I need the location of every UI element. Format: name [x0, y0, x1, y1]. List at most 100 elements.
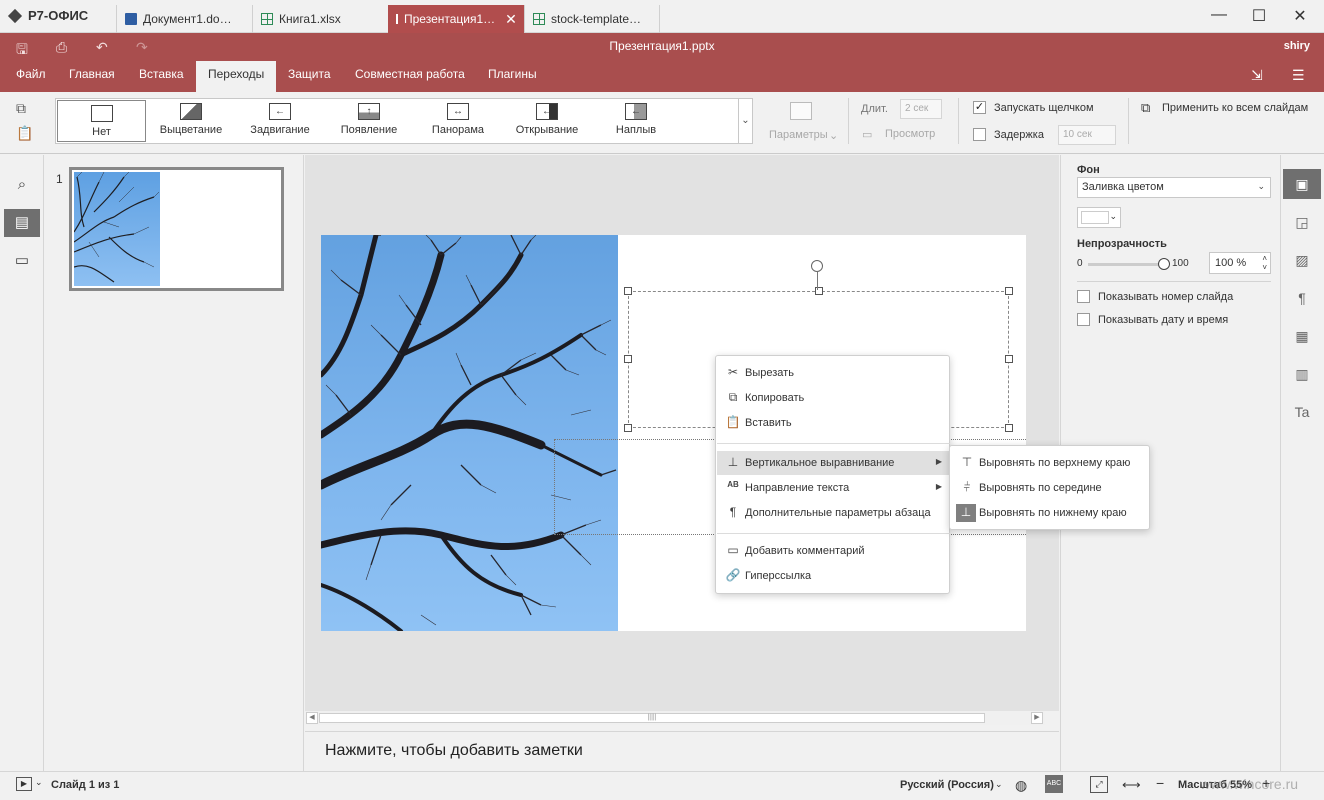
- menu-insert[interactable]: Вставка: [127, 61, 196, 92]
- menu-item-text-direction[interactable]: AB Направление текста ▶: [717, 476, 950, 500]
- opacity-slider-handle[interactable]: [1158, 258, 1170, 270]
- slide-settings-icon[interactable]: ▣: [1283, 169, 1321, 199]
- menu-plugins[interactable]: Плагины: [476, 61, 549, 92]
- menu-item-vertical-align[interactable]: ⊥ Вертикальное выравнивание ▶: [717, 451, 950, 475]
- paste-icon[interactable]: 📋: [16, 125, 33, 142]
- color-picker[interactable]: ⌄: [1077, 207, 1121, 228]
- menu-item-align-bottom[interactable]: ⊥ Выровнять по нижнему краю: [951, 501, 1150, 525]
- scroll-left-icon[interactable]: ◀: [306, 712, 318, 724]
- preview-button[interactable]: Просмотр: [885, 128, 935, 140]
- menu-file[interactable]: Файл: [4, 61, 58, 92]
- shape-settings-icon[interactable]: ◲: [1283, 207, 1321, 237]
- start-on-click-checkbox[interactable]: ✓: [973, 101, 986, 114]
- push-icon: ←: [269, 103, 291, 120]
- scroll-right-icon[interactable]: ▶: [1031, 712, 1043, 724]
- transition-uncover[interactable]: ← Открывание: [502, 99, 592, 143]
- close-window-icon[interactable]: ✕: [1285, 6, 1315, 26]
- play-slideshow-icon[interactable]: ▶: [16, 777, 32, 791]
- menu-item-copy[interactable]: ⧉ Копировать: [717, 386, 950, 410]
- language-selector[interactable]: Русский (Россия): [900, 779, 994, 791]
- menu-item-cut[interactable]: ✂ Вырезать: [717, 361, 950, 385]
- opacity-slider[interactable]: [1088, 263, 1164, 266]
- paragraph-settings-icon[interactable]: ¶: [1283, 283, 1321, 313]
- resize-handle[interactable]: [624, 287, 632, 295]
- preview-icon[interactable]: ▭: [862, 128, 872, 141]
- paste-icon: 📋: [725, 415, 741, 429]
- hamburger-menu-icon[interactable]: ☰: [1292, 67, 1305, 84]
- table-settings-icon[interactable]: ▦: [1283, 321, 1321, 351]
- transition-push[interactable]: ← Задвигание: [235, 99, 325, 143]
- search-icon[interactable]: ⌕: [4, 171, 40, 199]
- transition-none[interactable]: Нет: [57, 100, 146, 142]
- parameters-button[interactable]: Параметры: [769, 129, 828, 141]
- notes-area[interactable]: Нажмите, чтобы добавить заметки: [305, 731, 1059, 771]
- wipe-icon: ↑: [358, 103, 380, 120]
- menu-item-align-middle[interactable]: ⫩ Выровнять по середине: [951, 476, 1150, 500]
- transition-split[interactable]: ↔ Панорама: [413, 99, 503, 143]
- tab-workbook[interactable]: Книга1.xlsx: [252, 5, 388, 33]
- opacity-input[interactable]: 100 % ˄ ˅: [1209, 252, 1271, 274]
- tab-stock-template[interactable]: stock-template…: [524, 5, 660, 33]
- slides-icon[interactable]: ▤: [4, 209, 40, 237]
- maximize-icon[interactable]: ☐: [1244, 6, 1274, 26]
- parameters-icon[interactable]: [790, 102, 812, 120]
- slide-photo[interactable]: [321, 235, 618, 631]
- comments-icon[interactable]: ▭: [4, 247, 40, 275]
- menu-item-add-comment[interactable]: ▭ Добавить комментарий: [717, 539, 950, 563]
- fit-width-icon[interactable]: ⟷: [1122, 777, 1141, 793]
- menu-separator: [717, 533, 950, 534]
- transition-cover[interactable]: ← Наплыв: [591, 99, 681, 143]
- duration-input[interactable]: 2 сек: [900, 99, 942, 119]
- fit-slide-icon[interactable]: ⤢: [1090, 776, 1108, 793]
- open-location-icon[interactable]: ⇲: [1251, 67, 1263, 84]
- copy-style-icon[interactable]: ⧉: [16, 100, 26, 117]
- tab-document[interactable]: Документ1.do…: [116, 5, 252, 33]
- spellcheck-icon[interactable]: ABC: [1045, 775, 1063, 793]
- slide-thumbnail[interactable]: [69, 167, 284, 291]
- menu-collaboration[interactable]: Совместная работа: [343, 61, 477, 92]
- menu-item-paragraph-settings[interactable]: ¶ Дополнительные параметры абзаца: [717, 501, 950, 525]
- fill-type-select[interactable]: Заливка цветом ⌄: [1077, 177, 1271, 198]
- apply-all-icon[interactable]: ⧉: [1141, 100, 1150, 116]
- resize-handle[interactable]: [1005, 424, 1013, 432]
- menu-item-paste[interactable]: 📋 Вставить: [717, 411, 950, 435]
- rotate-handle-icon[interactable]: [811, 260, 823, 272]
- apply-to-all-button[interactable]: Применить ко всем слайдам: [1162, 102, 1308, 114]
- text-art-settings-icon[interactable]: Ta: [1283, 397, 1321, 427]
- chevron-down-icon[interactable]: ⌄: [995, 779, 1003, 790]
- transitions-toolbar: ⧉ 📋 Нет Выцветание ← Задвигание ↑ Появлени…: [0, 92, 1324, 154]
- gallery-more-icon[interactable]: ⌄: [738, 98, 753, 144]
- chevron-down-icon[interactable]: ⌄: [35, 777, 43, 788]
- resize-handle[interactable]: [624, 424, 632, 432]
- menu-home[interactable]: Главная: [57, 61, 127, 92]
- horizontal-scrollbar[interactable]: ◀ ||||| ▶: [305, 711, 1045, 725]
- globe-icon[interactable]: ◍: [1015, 777, 1027, 794]
- duration-label: Длит.: [861, 103, 888, 115]
- scroll-thumb[interactable]: |||||: [319, 713, 985, 723]
- transition-label: Появление: [340, 124, 398, 136]
- image-settings-icon[interactable]: ▨: [1283, 245, 1321, 275]
- close-tab-icon[interactable]: ✕: [505, 11, 517, 28]
- tab-presentation[interactable]: Презентация1… ✕: [388, 5, 524, 33]
- transition-wipe[interactable]: ↑ Появление: [324, 99, 414, 143]
- delay-input[interactable]: 10 сек: [1058, 125, 1116, 145]
- minimize-icon[interactable]: —: [1204, 6, 1234, 24]
- delay-checkbox[interactable]: [973, 128, 986, 141]
- user-name[interactable]: shiry: [1284, 40, 1310, 52]
- spinner-icon[interactable]: ˄ ˅: [1262, 254, 1267, 272]
- show-date-time-checkbox[interactable]: [1077, 313, 1090, 326]
- menu-item-align-top[interactable]: ⊤ Выровнять по верхнему краю: [951, 451, 1150, 475]
- resize-handle[interactable]: [1005, 287, 1013, 295]
- menu-protection[interactable]: Защита: [276, 61, 343, 92]
- menu-item-hyperlink[interactable]: 🔗 Гиперссылка: [717, 564, 950, 588]
- resize-handle[interactable]: [624, 355, 632, 363]
- zoom-out-icon[interactable]: −: [1156, 775, 1164, 791]
- opacity-value: 100 %: [1215, 257, 1247, 269]
- resize-handle[interactable]: [1005, 355, 1013, 363]
- chart-settings-icon[interactable]: ▥: [1283, 359, 1321, 389]
- transition-fade[interactable]: Выцветание: [146, 99, 236, 143]
- menu-transitions[interactable]: Переходы: [196, 61, 277, 92]
- parameters-dropdown-icon[interactable]: ⌄: [829, 129, 838, 142]
- thumbnail-photo: [73, 171, 160, 286]
- show-slide-number-checkbox[interactable]: [1077, 290, 1090, 303]
